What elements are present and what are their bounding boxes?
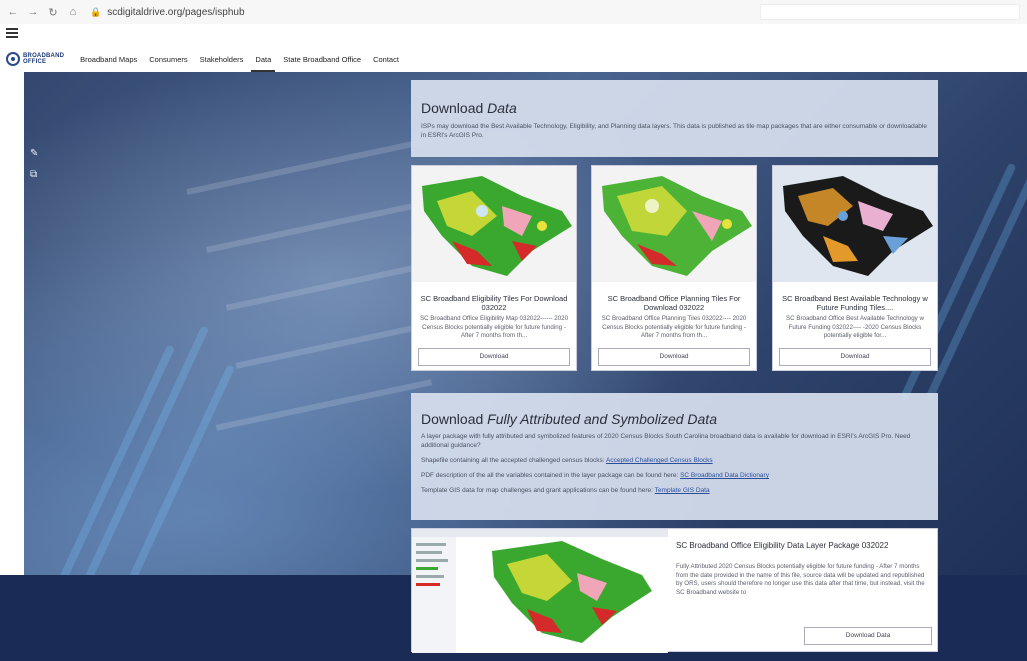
layer-package-description: Fully Attributed 2020 Census Blocks pote…	[676, 563, 925, 596]
broadband-office-logo[interactable]: BROADBAND OFFICE	[6, 52, 64, 66]
layer-package-card[interactable]: SC Broadband Office Eligibility Data Lay…	[411, 528, 938, 653]
download-data-description: ISPs may download the Best Available Tec…	[421, 123, 927, 139]
card-description: SC Broadband Office Planning Tiles 03202…	[601, 315, 747, 339]
browser-toolbar: ← → ↻ ⌂ 🔒 scdigitaldrive.org/pages/isphu…	[0, 0, 1027, 24]
download-data-title: Download Data	[421, 100, 517, 116]
download-button[interactable]: Download	[779, 348, 931, 366]
nav-item-state-broadband-office[interactable]: State Broadband Office	[283, 46, 361, 72]
site-navigation: BROADBAND OFFICE Broadband Maps Consumer…	[0, 46, 1027, 72]
data-dictionary-link[interactable]: SC Broadband Data Dictionary	[680, 472, 769, 479]
card-title: SC Broadband Eligibility Tiles For Downl…	[420, 294, 568, 312]
url-text: scdigitaldrive.org/pages/isphub	[107, 6, 245, 18]
attributed-data-title: Download Fully Attributed and Symbolized…	[421, 411, 717, 427]
attributed-data-description: A layer package with fully attributed an…	[421, 433, 911, 449]
pencil-icon[interactable]: ✎	[30, 148, 38, 159]
challenged-blocks-line: Shapefile containing all the accepted ch…	[421, 457, 713, 464]
nav-item-broadband-maps[interactable]: Broadband Maps	[80, 46, 137, 72]
card-planning-tiles[interactable]: SC Broadband Office Planning Tiles For D…	[591, 165, 757, 371]
layer-package-thumbnail	[412, 529, 668, 653]
template-gis-data-link[interactable]: Template GIS Data	[655, 487, 710, 494]
nav-item-data[interactable]: Data	[251, 46, 276, 72]
nav-item-contact[interactable]: Contact	[373, 46, 399, 72]
share-icon[interactable]: ⧉	[30, 169, 38, 180]
card-title: SC Broadband Best Available Technology w…	[782, 294, 928, 312]
accepted-challenged-blocks-link[interactable]: Accepted Challenged Census Blocks	[606, 457, 713, 464]
logo-line2: OFFICE	[23, 59, 47, 65]
browser-extension-area	[760, 4, 1020, 20]
card-map-thumbnail	[412, 166, 576, 282]
card-description: SC Broadband Office Eligibility Map 0320…	[419, 315, 569, 339]
data-dictionary-line: PDF description of the all the variables…	[421, 472, 769, 479]
card-map-thumbnail	[592, 166, 756, 282]
forward-arrow-icon[interactable]: →	[26, 6, 40, 18]
download-data-panel: Download Data ISPs may download the Best…	[411, 80, 938, 157]
logo-mark-icon	[6, 52, 20, 66]
layer-package-title: SC Broadband Office Eligibility Data Lay…	[676, 541, 889, 550]
card-eligibility-tiles[interactable]: SC Broadband Eligibility Tiles For Downl…	[411, 165, 577, 371]
home-icon[interactable]: ⌂	[66, 6, 80, 18]
nav-item-stakeholders[interactable]: Stakeholders	[200, 46, 244, 72]
lock-icon: 🔒	[90, 6, 102, 17]
card-title: SC Broadband Office Planning Tiles For D…	[607, 294, 741, 312]
download-button[interactable]: Download	[418, 348, 570, 366]
card-best-available-technology[interactable]: SC Broadband Best Available Technology w…	[772, 165, 938, 371]
template-gis-line: Template GIS data for map challenges and…	[421, 487, 710, 494]
attributed-data-panel: Download Fully Attributed and Symbolized…	[411, 393, 938, 520]
card-map-thumbnail	[773, 166, 937, 282]
side-toolbar: ✎ ⧉	[30, 148, 38, 190]
reload-icon[interactable]: ↻	[46, 6, 60, 19]
download-button[interactable]: Download	[598, 348, 750, 366]
hamburger-menu-icon[interactable]	[6, 28, 18, 38]
card-description: SC Broadband Office Best Available Techn…	[786, 315, 924, 339]
nav-item-consumers[interactable]: Consumers	[149, 46, 187, 72]
back-arrow-icon[interactable]: ←	[6, 6, 20, 18]
address-bar[interactable]: 🔒 scdigitaldrive.org/pages/isphub	[90, 2, 245, 22]
download-data-button[interactable]: Download Data	[804, 627, 932, 645]
